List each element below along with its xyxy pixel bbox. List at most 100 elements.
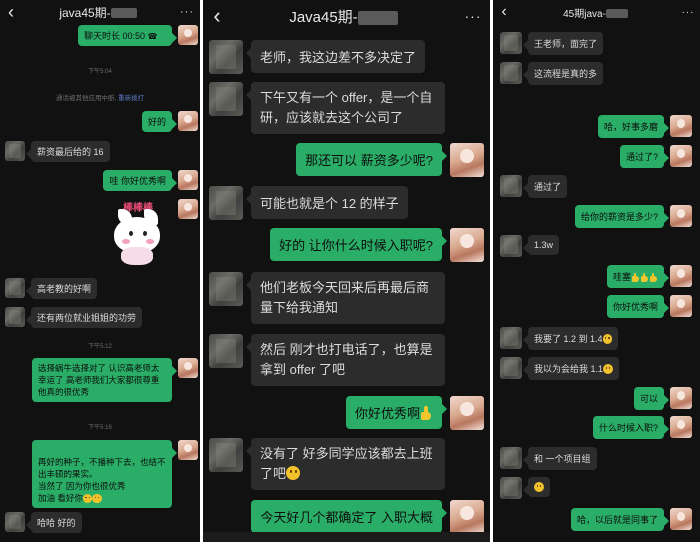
avatar[interactable] xyxy=(178,358,198,378)
message-bubble[interactable]: 他们老板今天回来后再最后商量下给我通知 xyxy=(246,272,445,324)
message-bubble[interactable]: 没有了 好多同学应该都去上班了吧 xyxy=(246,438,445,490)
avatar[interactable] xyxy=(178,170,198,190)
avatar[interactable] xyxy=(5,307,25,327)
message-bubble[interactable]: 通过了? xyxy=(619,145,670,168)
cat-sticker[interactable]: 棒棒棒 xyxy=(108,199,172,271)
message-bubble[interactable]: 还有两位就业姐姐的功劳 xyxy=(25,307,143,328)
message-bubble[interactable]: 可能也就是个 12 的样子 xyxy=(246,186,408,219)
thumbs-up-icon xyxy=(420,406,433,420)
message-bubble[interactable]: 1.3w xyxy=(522,235,560,255)
message-bubble[interactable]: 这流程是真的多 xyxy=(522,62,604,85)
avatar[interactable] xyxy=(209,334,243,368)
message-row: 下午又有一个 offer，是一个自研，应该就去这个公司了 xyxy=(203,82,445,134)
avatar[interactable] xyxy=(670,205,692,227)
back-icon[interactable]: ‹ xyxy=(0,2,22,23)
back-icon[interactable]: ‹ xyxy=(203,3,231,29)
message-row: 你好优秀啊 xyxy=(345,396,490,430)
message-bubble[interactable] xyxy=(523,477,550,497)
avatar[interactable] xyxy=(670,295,692,317)
more-icon[interactable]: ··· xyxy=(174,6,200,18)
avatar[interactable] xyxy=(500,235,522,257)
message-bubble[interactable]: 哈，以后就是同事了 xyxy=(570,508,670,531)
thumbs-up-icon xyxy=(631,272,640,283)
avatar[interactable] xyxy=(209,272,243,306)
message-bubble[interactable]: 今天好几个都确定了 入职大概 xyxy=(251,500,447,533)
message-row: 和 一个项目组 xyxy=(493,447,597,470)
message-row: 然后 刚才也打电话了，也算是拿到 offer 了吧 xyxy=(203,334,445,386)
avatar[interactable] xyxy=(670,265,692,287)
message-bubble[interactable]: 哇塞 xyxy=(606,265,670,288)
message-bubble[interactable]: 薪资最后给的 16 xyxy=(26,141,110,162)
avatar[interactable] xyxy=(178,440,198,460)
message-bubble[interactable]: 高老教的好啊 xyxy=(25,278,98,299)
avatar[interactable] xyxy=(178,25,198,45)
more-icon[interactable]: ··· xyxy=(456,8,490,24)
message-row: 给你的薪资是多少? xyxy=(574,205,700,228)
more-icon[interactable]: ··· xyxy=(676,7,700,18)
avatar[interactable] xyxy=(670,508,692,530)
avatar[interactable] xyxy=(178,111,198,131)
message-bubble[interactable]: 可以 xyxy=(633,387,670,410)
message-bubble[interactable]: 老师，我这边差不多决定了 xyxy=(245,40,426,73)
message-bubble[interactable]: 我以为会给我 1.1 xyxy=(523,357,619,380)
avatar[interactable] xyxy=(209,186,243,220)
message-bubble[interactable]: 我要了 1.2 到 1.4 xyxy=(522,327,619,350)
avatar[interactable] xyxy=(450,500,484,534)
message-row: 再好的种子，不播种下去，也结不出丰硕的果实。 当然了 因为你也很优秀 加油 看好… xyxy=(32,440,200,508)
cat-blush-shape xyxy=(146,239,154,244)
redial-link[interactable]: 重新拨打 xyxy=(118,95,144,102)
avatar[interactable] xyxy=(209,438,243,472)
chat-title: java45期- xyxy=(22,4,174,21)
avatar[interactable] xyxy=(209,40,243,74)
avatar[interactable] xyxy=(450,396,484,430)
system-notice: 通话被其他应用中断, 重新拨打 xyxy=(55,95,145,102)
avatar[interactable] xyxy=(500,447,522,469)
message-bubble[interactable]: 王老师，面完了 xyxy=(522,32,604,55)
chat-title: Java45期- xyxy=(231,6,456,27)
message-row: 老师，我这边差不多决定了 xyxy=(203,40,426,74)
message-bubble[interactable]: 哇 你好优秀啊 xyxy=(103,170,177,191)
message-bubble[interactable]: 然后 刚才也打电话了，也算是拿到 offer 了吧 xyxy=(246,334,445,386)
avatar[interactable] xyxy=(5,278,25,298)
message-bubble[interactable]: 什么时候入职? xyxy=(592,416,670,439)
avatar[interactable] xyxy=(500,175,522,197)
avatar[interactable] xyxy=(500,477,522,499)
message-bubble[interactable]: 那还可以 薪资多少呢? xyxy=(296,143,447,176)
avatar[interactable] xyxy=(450,143,484,177)
thumbs-up-icon xyxy=(640,272,649,283)
message-bubble[interactable]: 好的 xyxy=(141,111,178,132)
message-bubble[interactable]: 哈，好事多磨 xyxy=(597,115,670,138)
avatar[interactable] xyxy=(500,357,522,379)
message-bubble[interactable]: 下午又有一个 offer，是一个自研，应该就去这个公司了 xyxy=(246,82,445,134)
avatar[interactable] xyxy=(5,141,25,161)
redacted-name xyxy=(110,8,137,19)
avatar[interactable] xyxy=(500,32,522,54)
chat-title: 45期java- xyxy=(515,5,676,20)
avatar[interactable] xyxy=(670,416,692,438)
message-bubble[interactable]: 好的 让你什么时候入职呢? xyxy=(270,228,447,261)
avatar[interactable] xyxy=(670,115,692,137)
avatar[interactable] xyxy=(178,199,198,219)
avatar[interactable] xyxy=(209,82,243,116)
clap-emoji-icon xyxy=(82,493,93,503)
message-bubble[interactable]: 通过了 xyxy=(522,175,568,198)
call-duration-bubble[interactable]: 聊天时长 00:50 ☎ xyxy=(78,25,177,46)
avatar[interactable] xyxy=(670,387,692,409)
avatar[interactable] xyxy=(670,145,692,167)
cat-eye-shape xyxy=(143,231,147,236)
message-bubble[interactable]: 你好优秀啊 xyxy=(345,396,448,429)
message-bubble[interactable]: 给你的薪资是多少? xyxy=(574,205,670,228)
avatar[interactable] xyxy=(5,512,25,532)
message-bubble[interactable]: 你好优秀啊 xyxy=(606,295,670,318)
avatar[interactable] xyxy=(500,62,522,84)
message-bubble[interactable]: 再好的种子，不播种下去，也结不出丰硕的果实。 当然了 因为你也很优秀 加油 看好… xyxy=(32,440,177,508)
avatar[interactable] xyxy=(500,327,522,349)
message-row: 哈，以后就是同事了 xyxy=(570,508,700,531)
message-bubble[interactable]: 哈哈 好的 xyxy=(26,512,82,533)
chat-header: ‹ 45期java- ··· xyxy=(493,0,700,24)
message-bubble[interactable]: 选择蜗牛选择对了 认识高老师太幸运了 高老师我们大家都很尊重 他真的很优秀 xyxy=(32,358,177,402)
avatar[interactable] xyxy=(450,228,484,262)
chat-header: ‹ java45期- ··· xyxy=(0,0,200,24)
back-icon[interactable]: ‹ xyxy=(493,3,515,21)
message-bubble[interactable]: 和 一个项目组 xyxy=(523,447,597,470)
